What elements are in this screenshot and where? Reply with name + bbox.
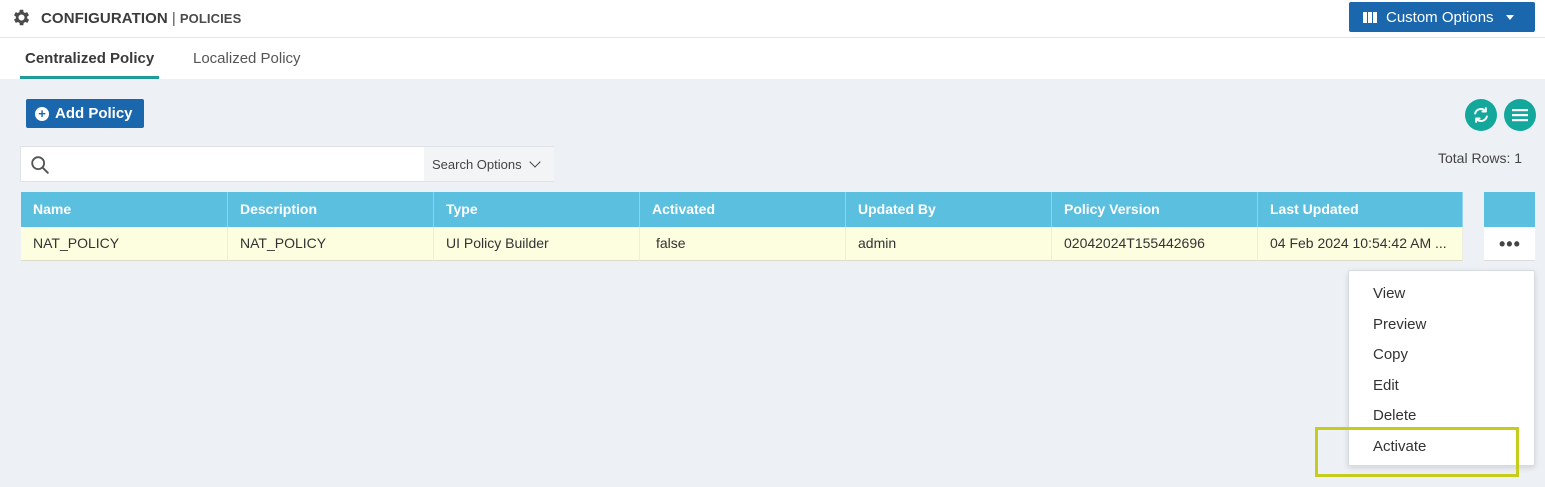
column-header-name[interactable]: Name [21,192,228,227]
tab-centralized-policy[interactable]: Centralized Policy [20,50,160,79]
tab-localized-policy[interactable]: Localized Policy [193,50,301,76]
breadcrumb-separator: | [171,10,176,27]
custom-options-button[interactable]: Custom Options [1349,2,1535,32]
column-header-last-updated[interactable]: Last Updated [1258,192,1463,227]
search-input[interactable] [61,153,431,175]
cell-name[interactable]: NAT_POLICY [21,227,228,261]
tab-bar: Centralized Policy Localized Policy [0,38,1545,79]
refresh-button[interactable] [1465,99,1497,131]
search-icon [31,156,49,174]
actions-column-header [1484,192,1535,227]
menu-item-edit[interactable]: Edit [1373,377,1399,394]
cell-activated[interactable]: false [640,227,846,261]
page-subtitle: POLICIES [179,11,242,26]
activate-highlight-box [1315,427,1519,477]
menu-item-copy[interactable]: Copy [1373,346,1408,363]
chevron-down-icon [528,156,541,168]
add-policy-label: Add Policy [55,105,133,122]
ellipsis-icon: ••• [1499,234,1521,254]
custom-options-label: Custom Options [1386,8,1494,26]
add-policy-button[interactable]: + Add Policy [26,99,144,128]
column-header-policy-version[interactable]: Policy Version [1052,192,1258,227]
cell-type[interactable]: UI Policy Builder [434,227,640,261]
hamburger-menu-icon [1512,109,1528,122]
column-header-activated[interactable]: Activated [640,192,846,227]
columns-icon [1363,11,1377,23]
column-header-type[interactable]: Type [434,192,640,227]
search-options-label: Search Options [432,156,522,172]
search-options-dropdown[interactable]: Search Options [424,147,554,181]
menu-item-delete[interactable]: Delete [1373,407,1416,424]
breadcrumb: CONFIGURATION | POLICIES [41,10,241,27]
total-rows-label: Total Rows: 1 [1438,150,1523,166]
menu-button[interactable] [1504,99,1536,131]
row-actions-button[interactable]: ••• [1484,227,1535,261]
plus-circle-icon: + [35,106,49,121]
column-header-updated-by[interactable]: Updated By [846,192,1052,227]
refresh-icon [1474,107,1488,123]
cell-policy-version[interactable]: 02042024T155442696 [1052,227,1258,261]
column-header-description[interactable]: Description [228,192,434,227]
menu-item-preview[interactable]: Preview [1373,316,1426,333]
gear-icon [13,9,30,26]
cell-description[interactable]: NAT_POLICY [228,227,434,261]
cell-updated-by[interactable]: admin [846,227,1052,261]
menu-item-view[interactable]: View [1373,285,1405,302]
cell-last-updated[interactable]: 04 Feb 2024 10:54:42 AM ... [1258,227,1463,261]
search-bar: Search Options [20,146,554,182]
page-title: CONFIGURATION [41,10,168,27]
header-bar: CONFIGURATION | POLICIES Custom Options [0,0,1545,38]
caret-down-icon [1505,14,1514,20]
